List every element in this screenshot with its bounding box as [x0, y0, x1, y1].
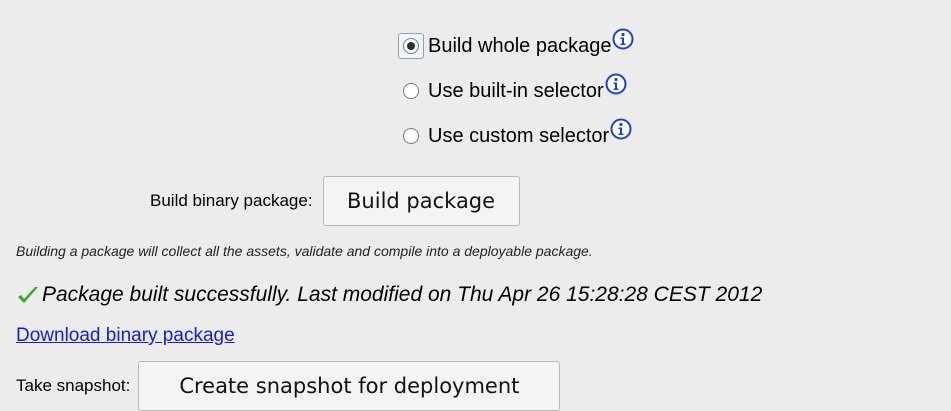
radio-option-build-whole-package[interactable]: Build whole package	[398, 28, 634, 59]
build-binary-package-row: Build binary package: Build package	[150, 176, 520, 226]
info-icon[interactable]	[610, 118, 632, 140]
take-snapshot-row: Take snapshot: Create snapshot for deplo…	[16, 361, 561, 411]
radio-label-build-whole-package: Build whole package	[428, 34, 612, 57]
status-text: Package built successfully. Last modifie…	[42, 283, 763, 306]
radio-label-use-custom-selector: Use custom selector	[428, 124, 610, 147]
radio-selected-dot	[407, 42, 415, 50]
build-status-message: Package built successfully. Last modifie…	[16, 283, 762, 307]
radio-button-use-custom-selector[interactable]	[398, 123, 424, 149]
radio-option-use-built-in-selector[interactable]: Use built-in selector	[398, 73, 627, 104]
info-icon[interactable]	[612, 28, 634, 50]
radio-button-use-built-in-selector[interactable]	[398, 78, 424, 104]
create-snapshot-button[interactable]: Create snapshot for deployment	[138, 361, 561, 411]
checkmark-icon	[18, 287, 38, 303]
build-hint-text: Building a package will collect all the …	[16, 243, 593, 259]
download-binary-package-link[interactable]: Download binary package	[16, 325, 235, 347]
build-binary-package-label: Build binary package:	[150, 191, 313, 210]
radio-button-build-whole-package[interactable]	[398, 33, 424, 59]
take-snapshot-label: Take snapshot:	[16, 376, 131, 395]
info-icon[interactable]	[605, 73, 627, 95]
build-package-button[interactable]: Build package	[322, 176, 520, 226]
radio-option-use-custom-selector[interactable]: Use custom selector	[398, 118, 632, 149]
radio-label-use-built-in-selector: Use built-in selector	[428, 79, 604, 102]
